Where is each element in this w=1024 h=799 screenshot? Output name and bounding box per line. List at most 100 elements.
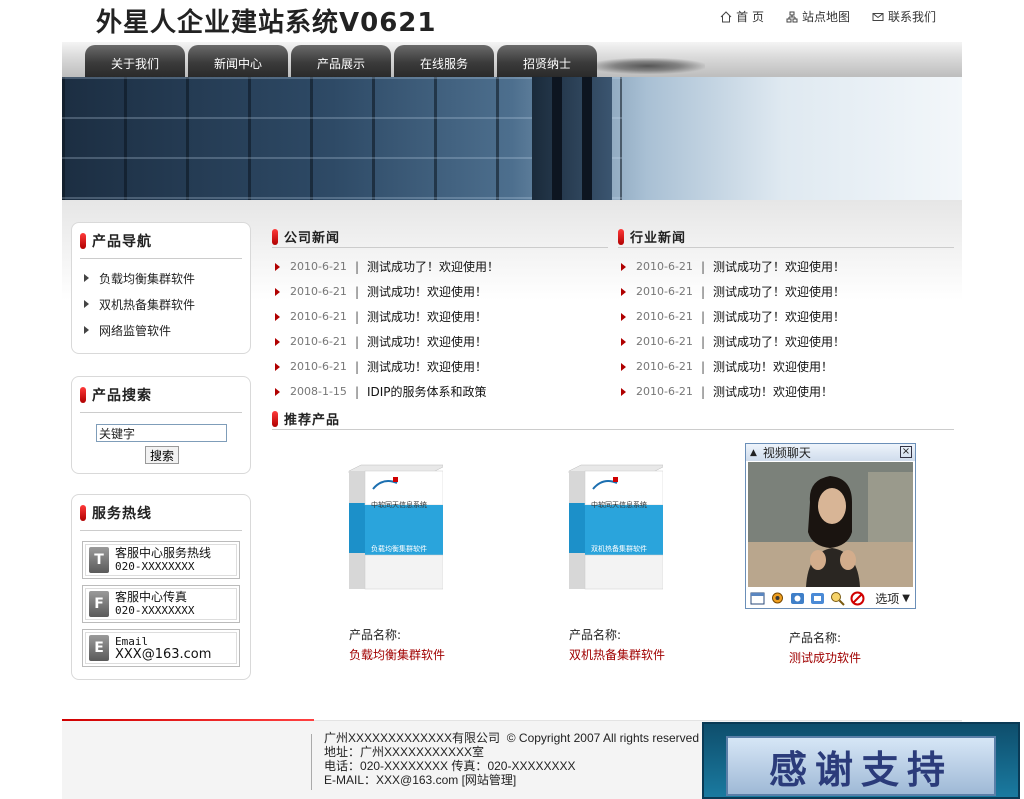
nav-tab-news[interactable]: 新闻中心	[188, 45, 288, 77]
hotline-fax: F 客服中心传真 020-XXXXXXXX	[82, 585, 240, 623]
contact-link-label: 联系我们	[887, 10, 936, 24]
news-item[interactable]: 2010-6-21 | 测试成功！欢迎使用！	[621, 379, 845, 404]
product-box-image[interactable]: 中软同天信息系统 双机热备集群软件	[563, 463, 663, 593]
news-title: 测试成功！欢迎使用！	[366, 310, 487, 324]
nav-tab-service[interactable]: 在线服务	[394, 45, 494, 77]
product-name-link[interactable]: 双机热备集群软件	[569, 646, 665, 663]
news-title: 测试成功了！欢迎使用！	[712, 310, 845, 324]
footer-email[interactable]: XXX@163.com	[376, 773, 458, 787]
news-title: IDIP的服务体系和政策	[366, 385, 487, 399]
product-nav-header: 产品导航	[80, 223, 242, 259]
product-nav-title: 产品导航	[92, 233, 152, 250]
hotline-header: 服务热线	[80, 495, 242, 531]
product-nav-item[interactable]: 负载均衡集群软件	[72, 265, 250, 291]
product-nav-item-label: 双机热备集群软件	[99, 297, 196, 312]
product-nav-box: 产品导航 负载均衡集群软件 双机热备集群软件 网络监管软件	[71, 222, 251, 354]
news-title: 测试成功！欢迎使用！	[366, 335, 487, 349]
footer-company: 广州XXXXXXXXXXXXX有限公司	[324, 731, 501, 745]
options-dropdown[interactable]: 选项 ▼	[875, 590, 910, 607]
hotline-phone-label: 客服中心服务热线	[115, 546, 212, 560]
footer-email-label: E-MAIL：	[324, 773, 377, 787]
close-icon[interactable]: ×	[900, 446, 912, 458]
news-item[interactable]: 2010-6-21 | 测试成功！欢迎使用！	[275, 354, 499, 379]
hotline-fax-number: 020-XXXXXXXX	[115, 604, 195, 617]
arrow-right-icon	[84, 300, 89, 308]
arrow-right-icon	[621, 362, 626, 371]
footer-fax-label: 传真：	[451, 759, 488, 773]
news-date: 2010-6-21	[290, 310, 347, 323]
window-icon[interactable]	[749, 590, 766, 607]
red-bar-icon	[272, 228, 278, 245]
product-name-link[interactable]: 负载均衡集群软件	[349, 646, 445, 663]
thanks-banner[interactable]: 感谢支持	[702, 722, 1020, 799]
video-feed-image	[748, 462, 913, 587]
news-item[interactable]: 2010-6-21 | 测试成功！欢迎使用！	[275, 329, 499, 354]
arrow-right-icon	[275, 362, 280, 371]
industry-news-header: 行业新闻	[618, 226, 954, 248]
hotline-phone-number: 020-XXXXXXXX	[115, 560, 195, 573]
news-item[interactable]: 2010-6-21 | 测试成功了！欢迎使用！	[275, 254, 499, 279]
recommended-title: 推荐产品	[284, 413, 341, 428]
video-chat-title: 视频聊天	[762, 446, 811, 460]
hotline-email-address: XXX@163.com	[115, 647, 212, 662]
video-chat-titlebar[interactable]: ▲ 视频聊天 ×	[746, 444, 915, 461]
product-name-link[interactable]: 测试成功软件	[789, 649, 861, 666]
arrow-right-icon	[275, 312, 280, 321]
product-name-label: 产品名称:	[569, 628, 622, 642]
news-item[interactable]: 2010-6-21 | 测试成功了！欢迎使用！	[621, 254, 845, 279]
webcam-icon[interactable]	[769, 590, 786, 607]
industry-news-title: 行业新闻	[630, 231, 687, 246]
news-title: 测试成功！欢迎使用！	[366, 360, 487, 374]
caret-down-icon: ▼	[902, 592, 910, 604]
product-nav-item[interactable]: 双机热备集群软件	[72, 291, 250, 317]
news-item[interactable]: 2010-6-21 | 测试成功了！欢迎使用！	[621, 304, 845, 329]
news-title: 测试成功了！欢迎使用！	[366, 260, 499, 274]
video-chat-window: ▲ 视频聊天 × 选项 ▼	[745, 443, 916, 609]
news-item[interactable]: 2010-6-21 | 测试成功！欢迎使用！	[621, 354, 845, 379]
sitemap-link[interactable]: 站点地图	[786, 8, 850, 25]
company-news-list: 2010-6-21 | 测试成功了！欢迎使用！ 2010-6-21 | 测试成功！欢迎使…	[275, 254, 499, 404]
search-input[interactable]	[96, 424, 227, 442]
nav-tab-careers[interactable]: 招贤纳士	[497, 45, 597, 77]
product-search-header: 产品搜索	[80, 377, 242, 413]
footer-divider	[311, 734, 312, 790]
hotline-box: 服务热线 T 客服中心服务热线 020-XXXXXXXX F 客服中心传真 020-…	[71, 494, 251, 680]
news-item[interactable]: 2008-1-15 | IDIP的服务体系和政策	[275, 379, 499, 404]
video-settings-icon[interactable]	[809, 590, 826, 607]
fax-letter-icon: F	[89, 591, 109, 617]
footer-copyright: © Copyright 2007 All rights reserved	[506, 731, 700, 745]
red-bar-icon	[80, 504, 86, 521]
product-box-image[interactable]: 中软同天信息系统 负载均衡集群软件	[343, 463, 443, 593]
news-item[interactable]: 2010-6-21 | 测试成功了！欢迎使用！	[621, 279, 845, 304]
block-icon[interactable]	[849, 590, 866, 607]
arrow-right-icon	[621, 387, 626, 396]
nav-tab-about[interactable]: 关于我们	[85, 45, 185, 77]
search-button[interactable]: 搜索	[145, 446, 179, 464]
news-date: 2008-1-15	[290, 385, 347, 398]
home-link[interactable]: 首 页	[720, 8, 764, 25]
news-item[interactable]: 2010-6-21 | 测试成功了！欢迎使用！	[621, 329, 845, 354]
red-bar-icon	[80, 386, 86, 403]
collapse-triangle-icon[interactable]: ▲	[750, 448, 757, 458]
nav-tab-products[interactable]: 产品展示	[291, 45, 391, 77]
product-nav-item-label: 负载均衡集群软件	[99, 271, 196, 286]
admin-link[interactable]: 网站管理	[465, 773, 513, 787]
news-item[interactable]: 2010-6-21 | 测试成功！欢迎使用！	[275, 279, 499, 304]
red-bar-icon	[80, 232, 86, 249]
footer-address: 广州XXXXXXXXXXX室	[360, 745, 485, 759]
news-date: 2010-6-21	[290, 260, 347, 273]
red-bar-icon	[272, 410, 278, 427]
arrow-right-icon	[275, 337, 280, 346]
record-icon[interactable]	[789, 590, 806, 607]
product-nav-item[interactable]: 网络监管软件	[72, 317, 250, 343]
contact-link[interactable]: 联系我们	[872, 8, 936, 25]
phone-letter-icon: T	[89, 547, 109, 573]
news-item[interactable]: 2010-6-21 | 测试成功！欢迎使用！	[275, 304, 499, 329]
home-icon	[720, 10, 732, 22]
zoom-icon[interactable]	[829, 590, 846, 607]
news-date: 2010-6-21	[290, 335, 347, 348]
news-title: 测试成功了！欢迎使用！	[712, 285, 845, 299]
arrow-right-icon	[621, 312, 626, 321]
news-date: 2010-6-21	[636, 310, 693, 323]
news-date: 2010-6-21	[290, 360, 347, 373]
